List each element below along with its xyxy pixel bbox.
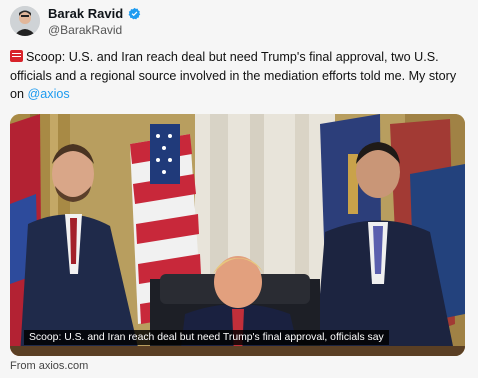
- avatar[interactable]: [10, 6, 40, 36]
- name-row: Barak Ravid: [48, 6, 141, 21]
- media-caption: Scoop: U.S. and Iran reach deal but need…: [24, 330, 389, 345]
- oval-office-photo-icon: [10, 114, 465, 356]
- link-source[interactable]: From axios.com: [10, 360, 88, 372]
- handle[interactable]: @BarakRavid: [48, 23, 122, 37]
- tweet-card: Barak Ravid @BarakRavid Scoop: U.S. and …: [0, 0, 478, 378]
- mention-link[interactable]: @axios: [28, 87, 70, 101]
- tweet-body: Scoop: U.S. and Iran reach deal but need…: [10, 50, 457, 101]
- newspaper-emoji-icon: [10, 50, 23, 62]
- media-photo[interactable]: Scoop: U.S. and Iran reach deal but need…: [10, 114, 465, 356]
- verified-badge-icon: [128, 7, 141, 20]
- tweet-text: Scoop: U.S. and Iran reach deal but need…: [10, 48, 470, 104]
- display-name[interactable]: Barak Ravid: [48, 6, 123, 21]
